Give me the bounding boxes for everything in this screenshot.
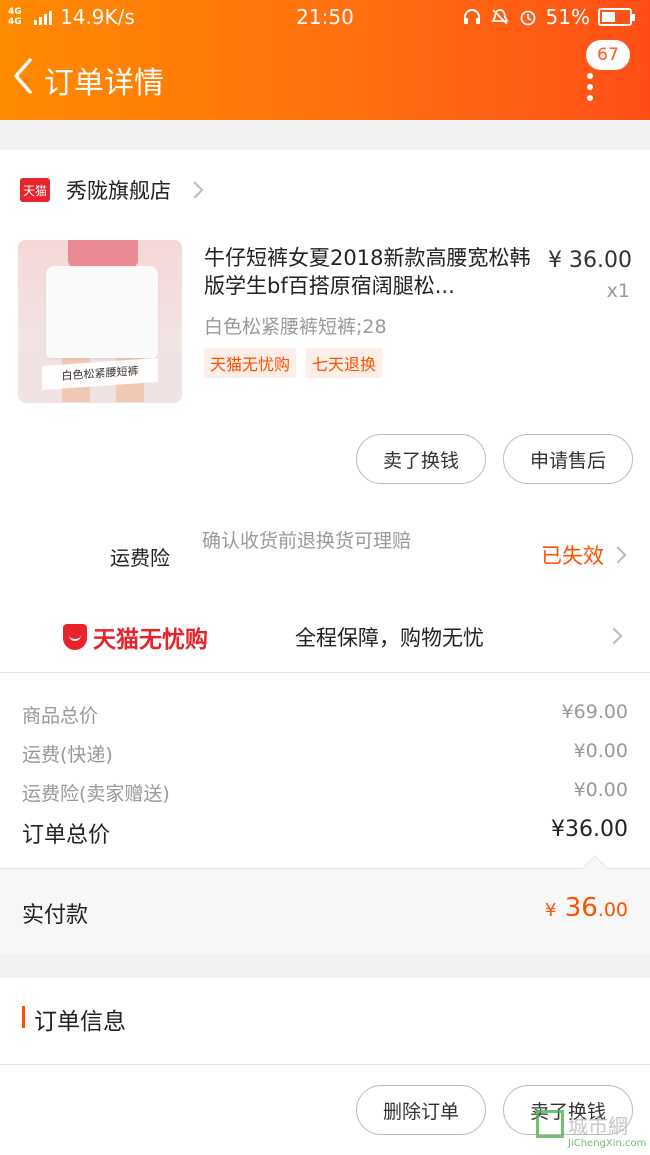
message-count-badge: 67 (586, 40, 630, 70)
alarm-icon (520, 10, 535, 26)
after-sale-button[interactable]: 申请售后 (503, 434, 633, 484)
paid-amount-row: 实付款 ¥ 36.00 (0, 855, 650, 954)
product-price: ¥ 36.00 (548, 248, 632, 273)
order-total-row: 订单总价 ¥36.00 (22, 817, 628, 849)
fee-value: ¥69.00 (561, 701, 628, 723)
product-image[interactable]: 白色松紧腰短裤 (18, 240, 182, 403)
shipping-insurance-status[interactable]: 已失效 (541, 540, 627, 570)
paid-currency: ¥ (544, 900, 557, 921)
back-button[interactable] (8, 54, 48, 98)
product-image-shorts (46, 266, 158, 358)
site-watermark: 城市網 JiChengXin.com (532, 1108, 650, 1155)
more-menu-button[interactable]: 67 (574, 40, 630, 101)
fee-row-goods-total: 商品总价 ¥69.00 (22, 701, 628, 728)
paid-integer: 36 (564, 893, 598, 923)
product-sku: 白色松紧腰裤短裤;28 (204, 316, 387, 338)
tag-worry-free: 天猫无忧购 (204, 348, 297, 378)
section-accent-bar (22, 1006, 25, 1028)
product-quantity: x1 (606, 280, 630, 302)
shield-icon (63, 624, 87, 650)
chevron-right-icon (609, 546, 627, 564)
order-total-value: ¥36.00 (551, 817, 628, 842)
status-bar: 4G 4G 14.9K/s 21:50 51% (0, 0, 650, 36)
delete-order-button[interactable]: 删除订单 (356, 1085, 486, 1135)
tag-seven-day-return: 七天退换 (306, 348, 383, 378)
paid-decimal: .00 (597, 899, 628, 921)
product-image-shirt (68, 240, 138, 268)
watermark-logo-icon (536, 1110, 564, 1138)
product-tags: 天猫无忧购 七天退换 (204, 348, 383, 378)
store-link[interactable]: 天猫 秀陇旗舰店 (20, 174, 204, 206)
chevron-left-icon (14, 58, 32, 94)
tmall-logo-icon: 天猫 (20, 178, 50, 202)
fee-value: ¥0.00 (573, 779, 628, 801)
caret-up-icon (582, 855, 608, 881)
store-name: 秀陇旗舰店 (66, 179, 171, 203)
sell-for-cash-button[interactable]: 卖了换钱 (356, 434, 486, 484)
fee-label: 运费(快递) (22, 744, 113, 766)
battery-percent: 51% (545, 5, 590, 29)
shipping-insurance-desc: 确认收货前退换货可理赔 (202, 530, 412, 552)
mute-icon (491, 9, 509, 25)
chevron-right-icon (186, 181, 204, 199)
fee-row-shipping: 运费(快递) ¥0.00 (22, 740, 628, 767)
order-total-label: 订单总价 (22, 823, 111, 848)
battery-icon (598, 8, 635, 26)
header: 4G 4G 14.9K/s 21:50 51% 订单详情 67 (0, 0, 650, 120)
more-icon (587, 73, 593, 106)
watermark-url: JiChengXin.com (568, 1138, 647, 1149)
order-info-title: 订单信息 (34, 1009, 126, 1035)
fee-label: 商品总价 (22, 705, 99, 727)
worry-free-slogan[interactable]: 全程保障，购物无忧 (295, 622, 484, 652)
shipping-insurance-status-text: 已失效 (541, 544, 604, 568)
paid-amount: ¥ 36.00 (545, 893, 628, 923)
nav-bar: 订单详情 67 (0, 40, 650, 120)
paid-label: 实付款 (22, 903, 89, 928)
order-item-card: 天猫 秀陇旗舰店 白色松紧腰短裤 牛仔短裤女夏2018新款高腰宽松韩版学生bf百… (0, 150, 650, 672)
fee-label: 运费险(卖家赠送) (22, 783, 170, 805)
fee-value: ¥0.00 (573, 740, 628, 762)
product-title[interactable]: 牛仔短裤女夏2018新款高腰宽松韩版学生bf百搭原宿阔腿松... (204, 244, 534, 300)
page-title: 订单详情 (44, 66, 164, 101)
watermark-text: 城市網 (568, 1114, 628, 1138)
worry-free-logo: 天猫无忧购 (63, 620, 208, 654)
battery-level (602, 12, 616, 22)
price-summary-card: 商品总价 ¥69.00 运费(快递) ¥0.00 运费险(卖家赠送) ¥0.00… (0, 673, 650, 954)
headset-icon (463, 9, 480, 24)
fee-row-shipping-insurance: 运费险(卖家赠送) ¥0.00 (22, 779, 628, 806)
worry-free-logo-text: 天猫无忧购 (93, 627, 208, 653)
chevron-right-icon[interactable] (605, 627, 623, 645)
shipping-insurance-label: 运费险 (110, 546, 170, 570)
